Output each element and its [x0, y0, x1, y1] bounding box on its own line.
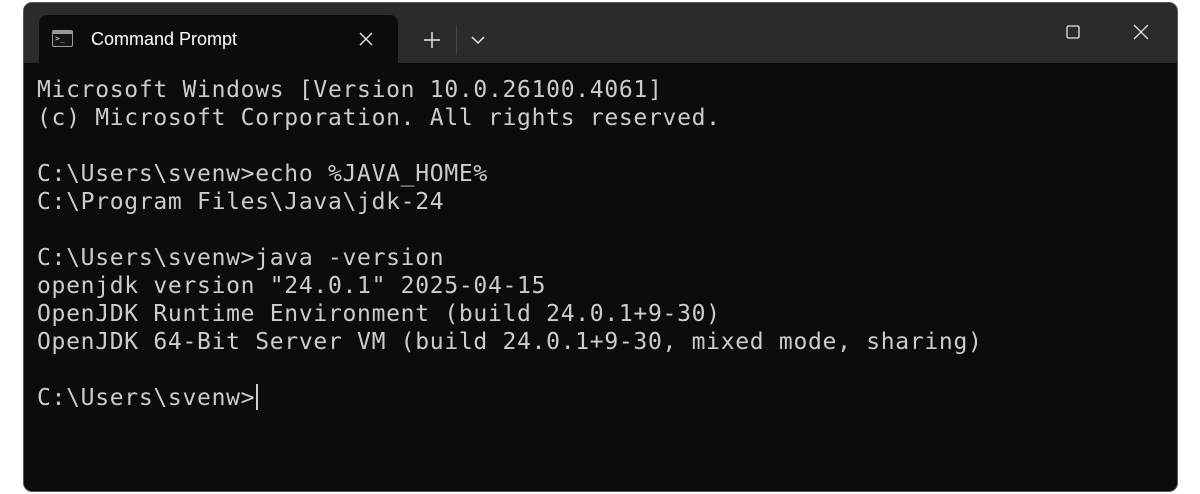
terminal-line: C:\Users\svenw>java -version: [37, 245, 445, 271]
terminal-line: C:\Users\svenw>echo %JAVA_HOME%: [37, 161, 488, 187]
close-button[interactable]: [1107, 3, 1175, 61]
terminal-output[interactable]: Microsoft Windows [Version 10.0.26100.40…: [24, 63, 1177, 491]
minimize-icon: [991, 22, 1011, 42]
current-prompt: C:\Users\svenw>: [37, 385, 256, 411]
tab-command-prompt[interactable]: >_ Command Prompt: [39, 15, 398, 63]
text-cursor: [256, 384, 259, 410]
title-bar[interactable]: >_ Command Prompt: [24, 3, 1177, 63]
minimize-button[interactable]: [967, 3, 1035, 61]
maximize-button[interactable]: [1039, 3, 1107, 61]
close-icon: [1133, 24, 1149, 40]
terminal-line: OpenJDK 64-Bit Server VM (build 24.0.1+9…: [37, 329, 983, 355]
terminal-window: >_ Command Prompt Microsoft Windows [Ver…: [23, 2, 1178, 492]
new-tab-plus-icon[interactable]: [418, 26, 446, 54]
tab-title: Command Prompt: [91, 29, 238, 49]
chevron-down-icon[interactable]: [466, 28, 490, 52]
terminal-line: C:\Program Files\Java\jdk-24: [37, 189, 445, 215]
terminal-line: openjdk version "24.0.1" 2025-04-15: [37, 273, 547, 299]
terminal-line: Microsoft Windows [Version 10.0.26100.40…: [37, 77, 663, 103]
terminal-line: (c) Microsoft Corporation. All rights re…: [37, 105, 721, 131]
maximize-icon: [1066, 25, 1080, 39]
prompt-line[interactable]: C:\Users\svenw>: [37, 384, 1177, 412]
tab-close-icon[interactable]: [356, 29, 376, 49]
toolbar-divider: [456, 25, 457, 55]
command-prompt-icon: >_: [52, 30, 73, 47]
terminal-line: OpenJDK Runtime Environment (build 24.0.…: [37, 301, 721, 327]
